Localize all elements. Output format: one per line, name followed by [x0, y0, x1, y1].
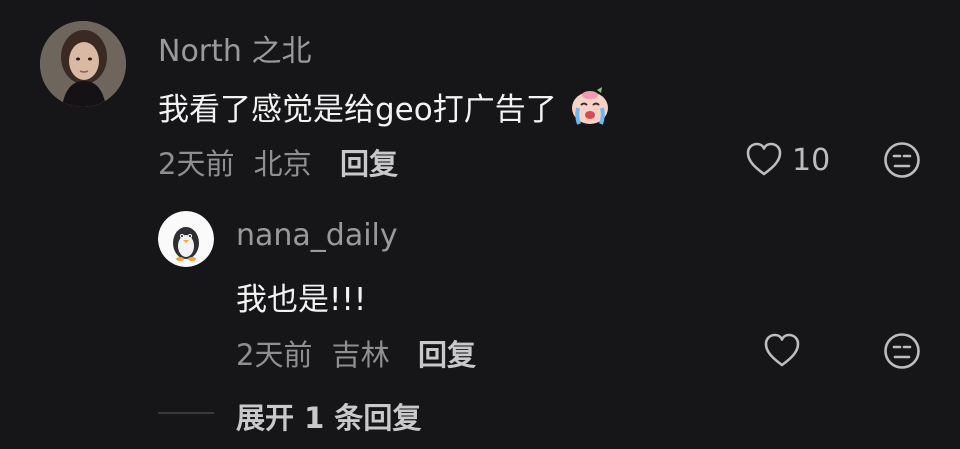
- reply-button[interactable]: 回复: [418, 332, 476, 374]
- like-button[interactable]: [763, 332, 801, 368]
- expressionless-face-icon: [883, 332, 921, 370]
- comment-location: 北京: [253, 147, 312, 181]
- dislike-button[interactable]: [883, 141, 921, 179]
- expand-divider: [158, 412, 214, 414]
- reply-text: 我也是!!!: [236, 282, 367, 318]
- reply-username[interactable]: nana_daily: [236, 218, 398, 253]
- reply-meta: 2天前 吉林: [236, 332, 390, 374]
- reply-button[interactable]: 回复: [340, 141, 398, 183]
- crying-face-emoji-icon: [569, 86, 611, 134]
- avatar[interactable]: [40, 21, 126, 107]
- heart-outline-icon: [763, 332, 801, 368]
- dislike-button[interactable]: [883, 332, 921, 370]
- reply-location: 吉林: [331, 338, 390, 372]
- comment-text-content: 我看了感觉是给geo打广告了: [158, 92, 557, 128]
- like-count: 10: [792, 143, 831, 178]
- comment-meta: 2天前 北京: [158, 141, 312, 183]
- avatar[interactable]: [158, 211, 214, 267]
- comment-username[interactable]: North 之北: [158, 26, 311, 70]
- expand-replies-button[interactable]: 展开 1 条回复: [236, 395, 421, 437]
- comment-time: 2天前: [158, 147, 235, 181]
- comment-text: 我看了感觉是给geo打广告了: [158, 84, 611, 134]
- heart-outline-icon: [745, 141, 783, 177]
- expressionless-face-icon: [883, 141, 921, 179]
- like-button[interactable]: [745, 141, 783, 177]
- reply-time: 2天前: [236, 338, 313, 372]
- penguin-icon: [158, 211, 214, 267]
